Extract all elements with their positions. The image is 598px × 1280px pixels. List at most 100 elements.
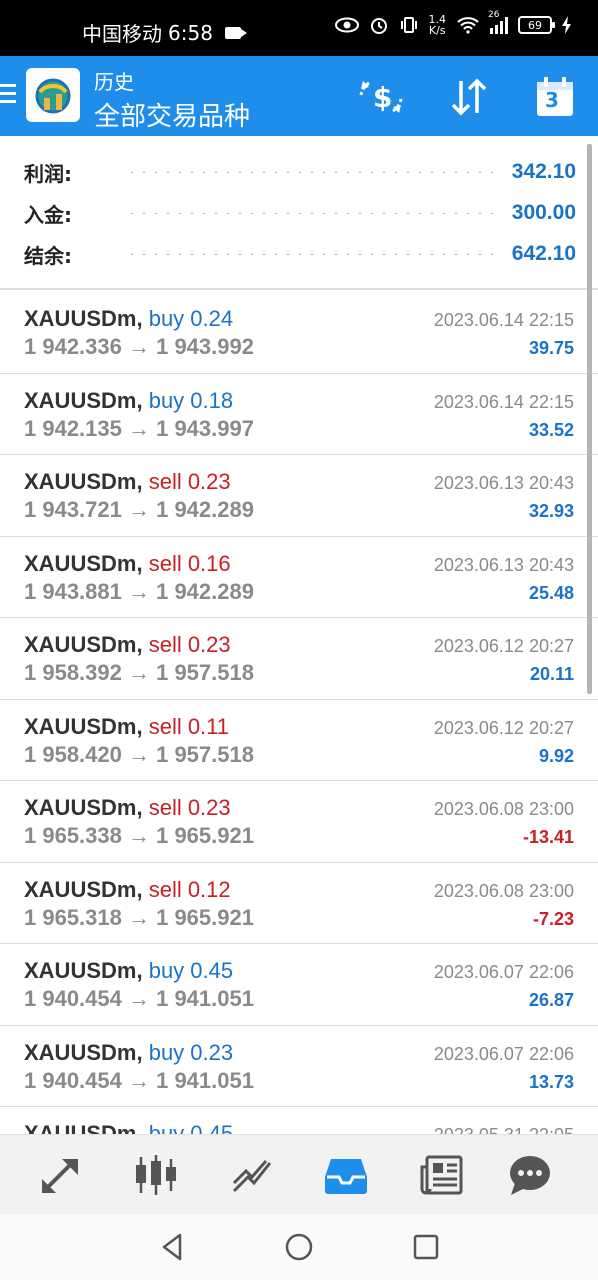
candlestick-chart-icon	[136, 1155, 176, 1195]
trade-side-volume: buy 0.18	[148, 387, 234, 413]
trade-time: 2023.06.14 22:15	[433, 391, 574, 412]
trade-row[interactable]: XAUUSDm, sell 0.23 1 965.338 → 1 965.921 2…	[0, 781, 598, 863]
app-logo	[26, 68, 80, 122]
menu-icon[interactable]	[0, 84, 16, 108]
trade-prices: 1 943.881 → 1 942.289	[24, 578, 254, 604]
trade-profit: -13.41	[522, 827, 574, 847]
trade-profit: 33.52	[528, 419, 574, 440]
trade-side-volume: buy 0.24	[148, 306, 234, 331]
summary-row-profit: 利润: 342.10	[24, 152, 576, 192]
metatrader-logo-icon	[35, 78, 71, 114]
line-chart-icon	[232, 1160, 272, 1193]
trade-arrows-icon	[42, 1159, 78, 1193]
symbol-label: XAUUSDm,	[24, 306, 143, 331]
news-icon	[420, 1155, 463, 1195]
trade-row[interactable]: XAUUSDm, buy 0.45 1 940.454 → 1 941.051 20…	[0, 944, 598, 1026]
trade-time: 2023.06.12 20:27	[433, 717, 574, 738]
deposit-filter-button[interactable]: $	[356, 72, 406, 122]
trade-prices: 1 942.135 → 1 943.997	[24, 415, 254, 441]
trade-profit: 20.11	[529, 664, 574, 684]
app-bar: 历史 全部交易品种 $ 3	[0, 56, 598, 136]
net-speed: 1.4 K/s	[428, 13, 447, 37]
battery-icon: 69	[518, 16, 555, 34]
trade-prices: 1 942.336 → 1 943.992	[24, 334, 254, 359]
tab-chat[interactable]	[506, 1151, 554, 1199]
trade-row[interactable]: XAUUSDm, buy 0.23 1 940.454 → 1 941.051 20…	[0, 1026, 598, 1107]
symbol-label: XAUUSDm,	[24, 1121, 143, 1134]
trade-profit: 9.92	[538, 745, 574, 766]
vibrate-icon	[400, 17, 417, 33]
trade-prices: 1 965.338 → 1 965.921	[24, 823, 254, 848]
trade-row[interactable]: XAUUSDm, buy 0.18 1 942.135 → 1 943.997 20…	[0, 374, 598, 455]
status-bar: 中国移动 6:58 1.4 K/s 26 69	[0, 0, 598, 56]
symbol-label: XAUUSDm,	[24, 1039, 143, 1065]
tab-news[interactable]	[418, 1151, 466, 1199]
trade-side-volume: sell 0.23	[148, 632, 231, 657]
scrollbar[interactable]	[587, 144, 592, 694]
trade-prices: 1 940.454 → 1 941.051	[24, 1067, 254, 1093]
bottom-tab-bar	[0, 1134, 598, 1214]
screen-record-icon	[224, 26, 247, 39]
trade-side-volume: buy 0.45	[148, 1121, 234, 1134]
symbol-label: XAUUSDm,	[24, 469, 143, 494]
trade-prices: 1 940.454 → 1 941.051	[24, 986, 254, 1011]
trade-row[interactable]: XAUUSDm, sell 0.23 1 958.392 → 1 957.518 2…	[0, 618, 598, 700]
sort-button[interactable]	[444, 72, 494, 122]
calendar-day: 3	[545, 88, 559, 112]
symbol-filter[interactable]: 全部交易品种	[94, 96, 250, 133]
page-title: 历史	[94, 70, 134, 94]
trade-symbol: XAUUSDm, sell 0.23	[24, 795, 231, 821]
trade-symbol: XAUUSDm, sell 0.23	[24, 469, 231, 495]
trade-row[interactable]: XAUUSDm, buy 0.24 1 942.336 → 1 943.992 20…	[0, 292, 598, 374]
trade-profit: 32.93	[528, 501, 574, 521]
trade-row[interactable]: XAUUSDm, buy 0.45 2023.05.31 22:05	[0, 1107, 598, 1134]
trade-side-volume: buy 0.45	[148, 958, 234, 983]
symbol-label: XAUUSDm,	[24, 632, 143, 657]
trade-profit: 39.75	[528, 338, 574, 358]
trade-row[interactable]: XAUUSDm, sell 0.12 1 965.318 → 1 965.921 2…	[0, 863, 598, 944]
trade-side-volume: buy 0.23	[148, 1039, 234, 1065]
trade-time: 2023.06.08 23:00	[433, 880, 574, 901]
trade-symbol: XAUUSDm, buy 0.18	[24, 388, 233, 414]
trade-row[interactable]: XAUUSDm, sell 0.16 1 943.881 → 1 942.289 2…	[0, 537, 598, 618]
trade-row[interactable]: XAUUSDm, sell 0.23 1 943.721 → 1 942.289 2…	[0, 455, 598, 537]
history-summary: 利润: 342.10 入金: 300.00 结余: 642.10	[0, 136, 598, 290]
trade-side-volume: sell 0.23	[148, 469, 231, 494]
dot-leader	[126, 171, 496, 173]
trade-history-list[interactable]: XAUUSDm, buy 0.24 1 942.336 → 1 943.992 20…	[0, 292, 598, 1134]
trade-row[interactable]: XAUUSDm, sell 0.11 1 958.420 → 1 957.518 2…	[0, 700, 598, 781]
trade-symbol: XAUUSDm, sell 0.16	[24, 551, 231, 577]
trade-prices: 1 958.392 → 1 957.518	[24, 660, 254, 685]
trade-symbol: XAUUSDm, sell 0.12	[24, 877, 231, 903]
recents-icon[interactable]	[411, 1232, 441, 1262]
history-inbox-icon	[325, 1159, 367, 1194]
back-icon[interactable]	[158, 1232, 188, 1262]
trade-time: 2023.06.14 22:15	[433, 310, 574, 330]
trade-profit: 13.73	[528, 1071, 574, 1092]
tab-quotes[interactable]	[36, 1151, 84, 1199]
trade-time: 2023.06.08 23:00	[433, 799, 574, 819]
trade-prices: 1 943.721 → 1 942.289	[24, 497, 254, 522]
trade-time: 2023.06.13 20:43	[433, 473, 574, 493]
status-left: 中国移动 6:58	[82, 18, 247, 47]
symbol-label: XAUUSDm,	[24, 876, 143, 902]
eye-icon	[334, 17, 359, 33]
trade-time: 2023.06.07 22:06	[433, 1043, 574, 1064]
trade-side-volume: sell 0.23	[148, 795, 231, 820]
home-icon[interactable]	[284, 1232, 314, 1262]
period-button[interactable]: 3	[530, 72, 580, 122]
symbol-label: XAUUSDm,	[24, 387, 143, 413]
summary-row-balance: 结余: 642.10	[24, 234, 576, 274]
tab-trade[interactable]	[228, 1151, 276, 1199]
sort-arrows-icon	[451, 78, 487, 116]
dot-leader	[126, 212, 496, 214]
tab-history[interactable]	[322, 1151, 370, 1199]
trade-profit: 25.48	[528, 582, 574, 603]
wifi-icon	[457, 17, 479, 34]
trade-symbol: XAUUSDm, buy 0.45	[24, 1121, 233, 1134]
tab-chart[interactable]	[132, 1151, 180, 1199]
system-nav-bar	[0, 1214, 598, 1280]
summary-value: 642.10	[511, 242, 576, 265]
symbol-label: XAUUSDm,	[24, 713, 143, 739]
status-right: 1.4 K/s 26 69	[334, 10, 573, 37]
